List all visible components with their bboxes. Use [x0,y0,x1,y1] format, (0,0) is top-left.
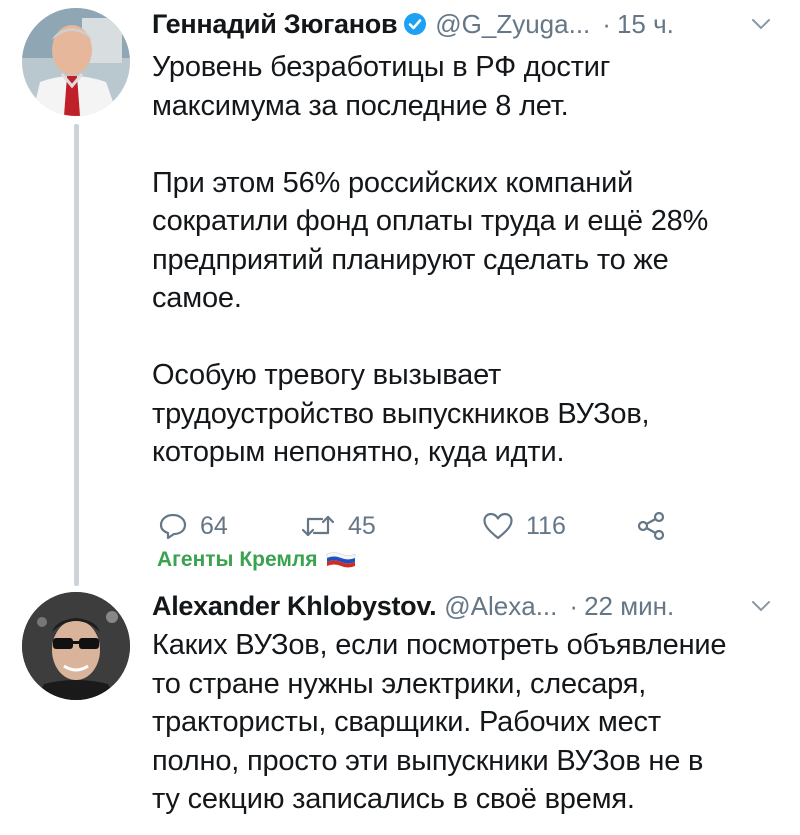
reply-count: 64 [200,511,228,540]
reply-icon [159,513,187,540]
chevron-down-icon[interactable] [750,595,772,617]
author-handle[interactable]: @Alexa... [444,591,557,622]
russian-flag-icon [326,552,355,568]
like-button[interactable]: 116 [482,504,566,548]
retweet-count: 45 [348,511,376,540]
verified-badge-icon [404,13,427,35]
reply-button[interactable]: 64 [158,504,228,548]
overlay-label-text: Агенты Кремля [157,548,318,571]
separator-dot: · [569,590,579,621]
author-name[interactable]: Геннадий Зюганов [152,9,398,40]
tweet-time[interactable]: 15 ч. [617,9,674,40]
like-icon [483,512,513,540]
tweet-actions: 64 45 116 [152,504,692,548]
avatar-zyuganov[interactable] [22,8,130,116]
tweet-khlobystov[interactable]: Alexander Khlobystov. @Alexa... · 22 мин… [0,590,800,835]
author-name[interactable]: Alexander Khlobystov. [152,591,437,622]
author-handle[interactable]: @G_Zyuga... [435,9,590,40]
tweet-text: Каких ВУЗов, если посмотреть объявление … [152,629,727,815]
like-count: 116 [526,511,566,540]
tweet-header: Геннадий Зюганов @G_Zyuga... · 15 ч. [152,4,772,44]
thread-line [74,124,79,586]
retweet-button[interactable]: 45 [300,504,376,548]
tweet-text: Уровень безработицы в РФ достиг максимум… [152,51,709,468]
avatar-khlobystov[interactable] [22,592,130,700]
tweet-zyuganov[interactable]: Геннадий Зюганов @G_Zyuga... · 15 ч. Уро… [0,0,800,590]
tweet-header: Alexander Khlobystov. @Alexa... · 22 мин… [152,586,772,626]
separator-dot: · [602,8,611,39]
overlay-label: Агенты Кремля [157,548,356,572]
chevron-down-icon[interactable] [750,13,772,35]
share-button[interactable] [636,504,666,548]
tweet-time[interactable]: 22 мин. [584,591,674,622]
share-icon [637,511,665,541]
retweet-icon [301,515,335,537]
